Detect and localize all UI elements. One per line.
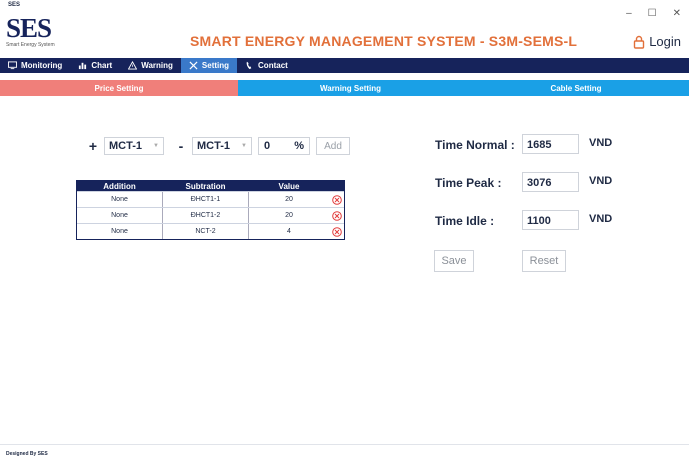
time-peak-input[interactable]: 3076	[522, 172, 579, 192]
tab-warning-setting[interactable]: Warning Setting	[238, 80, 463, 96]
plus-sign: +	[88, 138, 98, 154]
time-idle-unit: VND	[589, 213, 613, 225]
cell-value: 4	[287, 228, 291, 235]
footer-credit: Designed By SES	[6, 451, 48, 457]
phone-icon	[246, 61, 252, 70]
menu-label: Contact	[258, 61, 288, 70]
time-normal-label: Time Normal :	[435, 138, 515, 152]
time-peak-label: Time Peak :	[435, 176, 502, 190]
column-header: Value	[278, 181, 300, 191]
time-normal-unit: VND	[589, 137, 613, 149]
cell-addition: None	[111, 212, 128, 219]
chevron-down-icon: ▼	[241, 143, 247, 149]
table-header: Addition Subtration Value	[77, 181, 344, 191]
lock-icon	[633, 35, 645, 49]
time-normal-input[interactable]: 1685	[522, 134, 579, 154]
table-row[interactable]: None ĐHCT1-2 20	[77, 207, 344, 223]
tab-price-setting[interactable]: Price Setting	[0, 80, 238, 96]
logo-subtext: Smart Energy System	[6, 42, 55, 48]
formula-table: Addition Subtration Value None ĐHCT1-1 2…	[76, 180, 345, 240]
menu-label: Setting	[201, 61, 230, 70]
add-button[interactable]: Add	[316, 137, 350, 155]
formula-controls: + MCT-1 ▼ - MCT-1 ▼ 0 % Add	[86, 137, 350, 155]
app-window: SES SES Smart Energy System SMART ENERGY…	[0, 0, 689, 460]
title-bar: SES SES Smart Energy System SMART ENERGY…	[0, 0, 689, 58]
subtraction-select[interactable]: MCT-1 ▼	[192, 137, 252, 155]
delete-icon[interactable]	[331, 210, 342, 221]
window-controls: – ☐ ✕	[626, 8, 681, 19]
time-idle-input[interactable]: 1100	[522, 210, 579, 230]
column-header: Addition	[103, 181, 136, 191]
cell-addition: None	[111, 196, 128, 203]
login-button[interactable]: Login	[632, 34, 681, 49]
warning-icon	[128, 61, 138, 70]
cell-subtraction: ĐHCT1-2	[162, 208, 249, 223]
percent-value: 0	[264, 140, 271, 152]
column-header: Subtration	[162, 181, 249, 191]
delete-icon[interactable]	[331, 194, 342, 205]
subtraction-select-value: MCT-1	[197, 140, 230, 152]
menu-chart[interactable]: Chart	[70, 58, 120, 73]
cell-subtraction: NCT-2	[162, 224, 249, 239]
time-peak-unit: VND	[589, 175, 613, 187]
cell-subtraction: ĐHCT1-1	[162, 192, 249, 207]
delete-icon[interactable]	[331, 226, 342, 237]
menu-setting[interactable]: Setting	[180, 58, 238, 73]
footer: Designed By SES	[0, 444, 689, 460]
percent-input[interactable]: 0 %	[258, 137, 310, 155]
cell-addition: None	[111, 228, 128, 235]
percent-unit: %	[294, 140, 304, 152]
bar-chart-icon	[79, 62, 87, 70]
menu-monitoring[interactable]: Monitoring	[0, 58, 70, 73]
table-row[interactable]: None NCT-2 4	[77, 223, 344, 239]
close-button[interactable]: ✕	[673, 8, 681, 19]
menu-label: Monitoring	[21, 61, 63, 70]
maximize-button[interactable]: ☐	[648, 8, 657, 19]
chevron-down-icon: ▼	[153, 143, 159, 149]
reset-button[interactable]: Reset	[522, 250, 566, 272]
monitor-icon	[8, 61, 17, 70]
addition-select-value: MCT-1	[109, 140, 142, 152]
menu-contact[interactable]: Contact	[237, 58, 296, 73]
settings-icon	[189, 61, 198, 70]
login-label: Login	[649, 34, 681, 49]
menu-label: Chart	[91, 61, 113, 70]
time-idle-label: Time Idle :	[435, 214, 495, 228]
menu-warning[interactable]: Warning	[120, 58, 181, 73]
cell-value: 20	[285, 212, 293, 219]
cell-value: 20	[285, 196, 293, 203]
ses-logo: SES Smart Energy System	[6, 13, 66, 50]
save-button[interactable]: Save	[434, 250, 474, 272]
menu-label: Warning	[141, 61, 173, 70]
addition-select[interactable]: MCT-1 ▼	[104, 137, 164, 155]
minimize-button[interactable]: –	[626, 8, 632, 19]
app-title: SMART ENERGY MANAGEMENT SYSTEM - S3M-SEM…	[190, 33, 578, 49]
table-row[interactable]: None ĐHCT1-1 20	[77, 191, 344, 207]
menu-bar: Monitoring Chart Warning Setting Contact	[0, 58, 689, 73]
logo-text: SES	[6, 13, 52, 43]
minus-sign: -	[178, 138, 184, 154]
tab-cable-setting[interactable]: Cable Setting	[463, 80, 689, 96]
settings-tabs: Price Setting Warning Setting Cable Sett…	[0, 80, 689, 96]
window-small-label: SES	[8, 2, 21, 8]
